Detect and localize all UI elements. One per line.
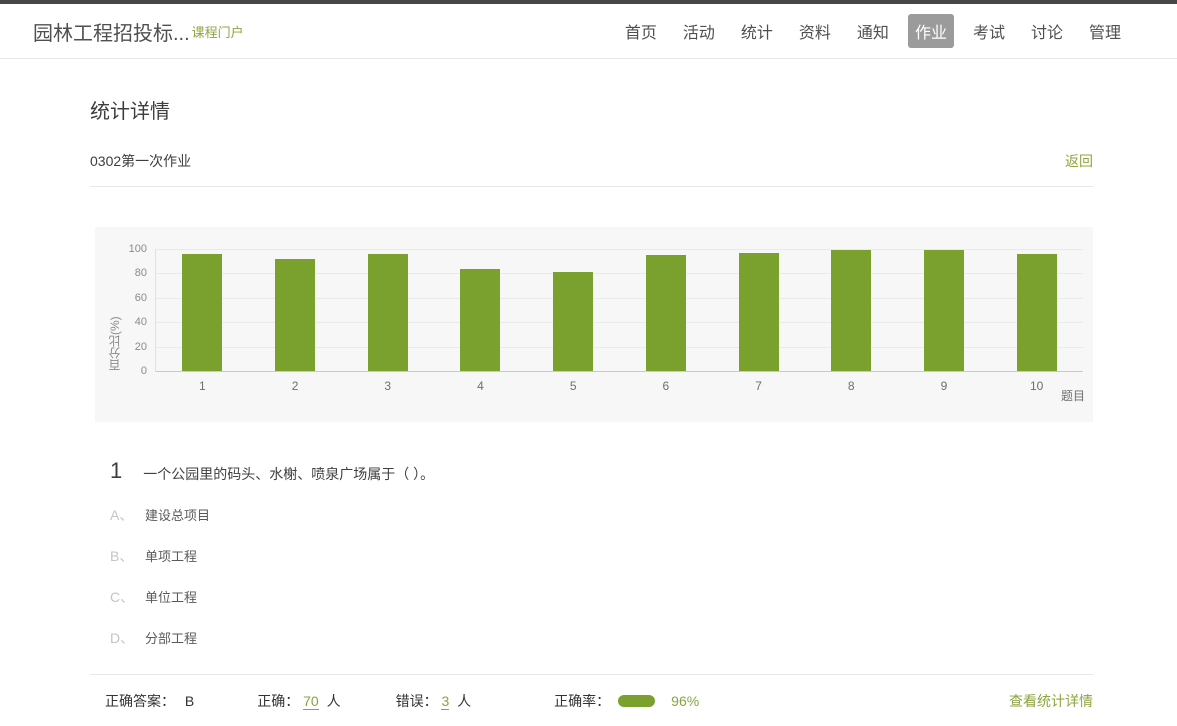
option-a: A、 建设总项目	[110, 505, 1093, 525]
nav-item-exam[interactable]: 考试	[966, 14, 1012, 48]
nav-item-homework[interactable]: 作业	[908, 14, 954, 48]
correct-answer-value: B	[185, 693, 194, 709]
view-statistics-detail-link[interactable]: 查看统计详情	[1009, 691, 1093, 711]
x-tick: 2	[249, 379, 342, 393]
chart-bar	[182, 254, 222, 371]
chart-bar	[924, 250, 964, 371]
back-link[interactable]: 返回	[1065, 151, 1093, 171]
question-text: 一个公园里的码头、水榭、喷泉广场属于（ ）。	[143, 464, 434, 484]
nav-item-notice[interactable]: 通知	[850, 14, 896, 48]
assignment-name: 0302第一次作业	[90, 151, 191, 171]
option-letter: C、	[110, 587, 145, 607]
nav-item-materials[interactable]: 资料	[792, 14, 838, 48]
x-tick: 4	[434, 379, 527, 393]
correct-answer-label: 正确答案：	[105, 693, 175, 709]
question-header: 1 一个公园里的码头、水榭、喷泉广场属于（ ）。	[110, 460, 1093, 484]
nav-item-activity[interactable]: 活动	[676, 14, 722, 48]
main-content: 统计详情 0302第一次作业 返回 100 80 60 40 20 0 百分比(…	[90, 95, 1093, 714]
correct-answer-stat: 正确答案： B	[105, 691, 194, 711]
correct-rate-pill	[618, 695, 655, 707]
wrong-count-link[interactable]: 3	[441, 693, 449, 710]
correct-rate-label: 正确率：	[554, 691, 610, 711]
chart-plot-area: 100 80 60 40 20 0 百分比(%) 1 2	[155, 249, 1083, 372]
y-axis-label: 百分比(%)	[106, 249, 123, 371]
header: 园林工程招投标... 课程门户 首页 活动 统计 资料 通知 作业 考试 讨论 …	[0, 4, 1177, 59]
option-text: 分部工程	[145, 628, 197, 647]
correct-count-link[interactable]: 70	[303, 693, 319, 710]
chart-bars	[156, 249, 1083, 371]
option-letter: A、	[110, 505, 145, 525]
nav-item-discussion[interactable]: 讨论	[1024, 14, 1070, 48]
x-tick: 3	[341, 379, 434, 393]
course-title: 园林工程招投标...	[33, 17, 190, 46]
correct-count-unit: 人	[327, 693, 341, 709]
question-number: 1	[110, 460, 122, 482]
x-axis-label: 题目	[1061, 387, 1085, 404]
chart-bar	[275, 259, 315, 371]
chart-bar	[1017, 254, 1057, 371]
wrong-count-stat: 错误： 3 人	[396, 691, 472, 711]
stats-row: 正确答案： B 正确： 70 人 错误： 3 人 正确率： 96% 查看统计详情	[90, 688, 1093, 714]
x-ticks: 1 2 3 4 5 6 7 8 9 10	[156, 379, 1083, 393]
option-text: 单位工程	[145, 587, 197, 606]
assignment-row: 0302第一次作业 返回	[90, 151, 1093, 171]
top-nav: 首页 活动 统计 资料 通知 作业 考试 讨论 管理	[618, 14, 1128, 48]
page-title: 统计详情	[90, 95, 1093, 124]
option-text: 单项工程	[145, 546, 197, 565]
x-tick: 9	[898, 379, 991, 393]
x-tick: 5	[527, 379, 620, 393]
question-block: 1 一个公园里的码头、水榭、喷泉广场属于（ ）。 A、 建设总项目 B、 单项工…	[90, 460, 1093, 648]
divider-top	[90, 186, 1093, 187]
option-letter: B、	[110, 546, 145, 566]
chart-bar	[368, 254, 408, 371]
chart-bar	[553, 272, 593, 371]
option-letter: D、	[110, 628, 145, 648]
nav-item-statistics[interactable]: 统计	[734, 14, 780, 48]
divider-bottom	[90, 674, 1093, 675]
nav-item-home[interactable]: 首页	[618, 14, 664, 48]
score-bar-chart: 100 80 60 40 20 0 百分比(%) 1 2	[95, 227, 1093, 422]
chart-bar	[460, 269, 500, 371]
wrong-count-unit: 人	[457, 693, 471, 709]
x-tick: 8	[805, 379, 898, 393]
x-tick: 6	[620, 379, 713, 393]
option-d: D、 分部工程	[110, 628, 1093, 648]
option-text: 建设总项目	[145, 505, 210, 524]
nav-item-manage[interactable]: 管理	[1082, 14, 1128, 48]
correct-rate-stat: 正确率： 96%	[554, 691, 699, 711]
chart-bar	[646, 255, 686, 371]
wrong-count-label: 错误：	[396, 693, 438, 709]
chart-bar	[831, 250, 871, 371]
correct-rate-value: 96%	[671, 693, 699, 709]
option-b: B、 单项工程	[110, 546, 1093, 566]
chart-bar	[739, 253, 779, 371]
course-portal-link[interactable]: 课程门户	[192, 22, 244, 41]
option-c: C、 单位工程	[110, 587, 1093, 607]
x-tick: 7	[712, 379, 805, 393]
x-tick: 1	[156, 379, 249, 393]
correct-count-label: 正确：	[257, 693, 299, 709]
correct-count-stat: 正确： 70 人	[257, 691, 340, 711]
